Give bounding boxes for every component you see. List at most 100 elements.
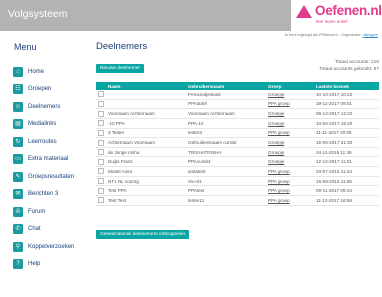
table-header: Naam Gebruikersnaam Groep Laatste bezoek xyxy=(96,82,379,90)
row-checkbox[interactable] xyxy=(98,168,104,175)
participant-name[interactable] xyxy=(106,99,186,110)
last-visit: 24-11-2016 11:49 xyxy=(314,147,379,158)
sidebar-item-label: Extra materiaal xyxy=(28,156,69,163)
sidebar-item-leerroutes[interactable]: ↻ Leerroutes xyxy=(13,133,74,151)
row-checkbox[interactable] xyxy=(98,100,104,107)
link-icon: ⚲ xyxy=(13,241,23,252)
sidebar-item-forum[interactable]: ✇ Forum xyxy=(13,203,74,221)
last-visit: 12-12-2017 11:01 xyxy=(314,156,379,168)
sidebar-item-deelnemers[interactable]: ☺ Deelnemers xyxy=(13,98,74,116)
chat-icon: ✆ xyxy=(13,224,23,235)
home-icon: ⌂ xyxy=(13,66,23,77)
group[interactable]: Groepje xyxy=(266,108,314,119)
sidebar-item-groepen[interactable]: ☷ Groepen xyxy=(13,81,74,99)
column-header[interactable]: Laatste bezoek xyxy=(314,82,379,90)
row-checkbox[interactable] xyxy=(98,120,104,127)
row-checkbox[interactable] xyxy=(98,110,104,117)
group[interactable]: Groepje xyxy=(266,90,314,100)
group[interactable]: PPA groep xyxy=(266,128,314,139)
table-row[interactable]: Model Anita anitatest PPA groep 03-07-2015 … xyxy=(96,166,379,177)
table-row[interactable]: NT1 NL voor2g nlv-nt1 PPA groep 16-09-2015 … xyxy=(96,176,379,187)
row-checkbox[interactable] xyxy=(98,149,104,156)
group[interactable]: PPA groep xyxy=(266,195,314,206)
participant-name[interactable]: Test PPA xyxy=(106,185,186,197)
participant-name[interactable]: de Jonge Irisha xyxy=(106,147,186,158)
group[interactable]: PPA groep xyxy=(266,99,314,110)
table-row[interactable]: Test PPA PPAtest PPA groep 09-11-2017 09:34 xyxy=(96,185,379,197)
last-visit: 15-06-2017 21:30 xyxy=(314,137,379,148)
row-select-cell xyxy=(96,156,106,168)
username[interactable]: Voornaam Achternaam xyxy=(186,108,266,119)
participant-name[interactable] xyxy=(106,90,186,100)
table-row[interactable]: Test Test tester11 PPA groep 11-12-2017 16:… xyxy=(96,195,379,206)
table-row[interactable]: PPAdolef PPA groep 19-11-2017 09:01 xyxy=(96,99,379,110)
logo[interactable]: Oefenen.nl leer leven enkel xyxy=(291,0,382,31)
row-select-cell xyxy=(96,166,106,177)
row-checkbox[interactable] xyxy=(98,158,104,165)
group[interactable]: PPA groep xyxy=(266,185,314,197)
sidebar-item-label: Groepsresultaten xyxy=(28,173,75,180)
username[interactable]: PPAcursist xyxy=(186,156,266,168)
unlink-selected-button[interactable]: Geselecteerde deelnemers ontkoppelen xyxy=(96,230,190,239)
table-row[interactable]: Duijts Frans PPAcursist Groepje 12-12-2017 … xyxy=(96,156,379,168)
group[interactable]: PPA groep xyxy=(266,166,314,177)
row-checkbox[interactable] xyxy=(98,197,104,204)
row-checkbox[interactable] xyxy=(98,129,104,136)
participant-name[interactable]: NT1 NL voor2g xyxy=(106,176,186,187)
last-visit: 09-12-2017 12:22 xyxy=(314,108,379,119)
table-row[interactable]: -10 PPA PPA-10 Groepje 10-04-2017 15:20 xyxy=(96,118,379,129)
username[interactable]: PPAtest xyxy=(186,185,266,197)
sidebar-item-chat[interactable]: ✆ Chat xyxy=(13,221,74,239)
row-select-cell xyxy=(96,137,106,148)
username[interactable]: PPAdolef xyxy=(186,99,266,110)
sidebar-item-home[interactable]: ⌂ Home xyxy=(13,63,74,81)
table-row[interactable]: PereLiedjeskast Groepje 10-10-2017 10:22 xyxy=(96,90,379,100)
login-status: Je bent ingelogd als PPAdocent - Organis… xyxy=(284,33,378,37)
group[interactable]: Groepje xyxy=(266,137,314,148)
username[interactable]: tester11 xyxy=(186,195,266,206)
username[interactable]: anitatest xyxy=(186,166,266,177)
route-icon: ↻ xyxy=(13,136,23,147)
username[interactable]: Gebruikersnaam cursist xyxy=(186,137,266,148)
column-header[interactable]: Groep xyxy=(266,82,314,90)
sidebar-item-koppelverzoeken[interactable]: ⚲ Koppelverzoeken xyxy=(13,238,74,256)
table-row[interactable]: Voornaam Achternaam Voornaam Achternaam Gr… xyxy=(96,108,379,119)
group[interactable]: Groepje xyxy=(266,118,314,129)
sidebar-item-medialinks[interactable]: ▤ Medialinks xyxy=(13,116,74,134)
row-checkbox[interactable] xyxy=(98,139,104,146)
participant-name[interactable]: Duijts Frans xyxy=(106,156,186,168)
row-checkbox[interactable] xyxy=(98,187,104,194)
participant-name[interactable]: -10 PPA xyxy=(106,118,186,129)
app-title: Volgsysteem xyxy=(8,8,68,20)
sidebar-item-help[interactable]: ? Help xyxy=(13,256,74,274)
menu-title: Menu xyxy=(14,42,37,52)
table-row[interactable]: Achternaam Voornaam Gebruikersnaam cursis… xyxy=(96,137,379,148)
group[interactable]: PPA groep xyxy=(266,176,314,187)
sidebar-item-berichten-3[interactable]: ✉ Berichten 3 xyxy=(13,186,74,204)
username[interactable]: nlv-nt1 xyxy=(186,176,266,187)
table-row[interactable]: 3 Tester tester3 PPA groep 11-11-2017 20:05 xyxy=(96,128,379,139)
logout-link[interactable]: uitloggen xyxy=(363,33,378,37)
participant-name[interactable]: 3 Tester xyxy=(106,128,186,139)
row-checkbox[interactable] xyxy=(98,178,104,185)
sidebar-item-extra-materiaal[interactable]: ▭ Extra materiaal xyxy=(13,151,74,169)
row-select-cell xyxy=(96,128,106,139)
column-header[interactable]: Naam xyxy=(106,82,186,90)
new-participant-button[interactable]: Nieuwe deelnemer xyxy=(96,64,144,73)
row-select-cell xyxy=(96,176,106,187)
participant-name[interactable]: Model Anita xyxy=(106,166,186,177)
participant-name[interactable]: Test Test xyxy=(106,195,186,206)
row-checkbox[interactable] xyxy=(98,91,104,98)
table-row[interactable]: de Jonge Irisha TRISHATRISHA Groepje 24-11-… xyxy=(96,147,379,158)
group[interactable]: Groepje xyxy=(266,147,314,158)
login-text: Je bent ingelogd als PPAdocent - Organis… xyxy=(284,33,362,37)
sidebar-item-groepsresultaten[interactable]: ✎ Groepsresultaten xyxy=(13,168,74,186)
username[interactable]: tester3 xyxy=(186,128,266,139)
username[interactable]: PereLiedjeskast xyxy=(186,90,266,100)
username[interactable]: TRISHATRISHA xyxy=(186,147,266,158)
username[interactable]: PPA-10 xyxy=(186,118,266,129)
group[interactable]: Groepje xyxy=(266,156,314,168)
participant-name[interactable]: Achternaam Voornaam xyxy=(106,137,186,148)
column-header[interactable]: Gebruikersnaam xyxy=(186,82,266,90)
participant-name[interactable]: Voornaam Achternaam xyxy=(106,108,186,119)
